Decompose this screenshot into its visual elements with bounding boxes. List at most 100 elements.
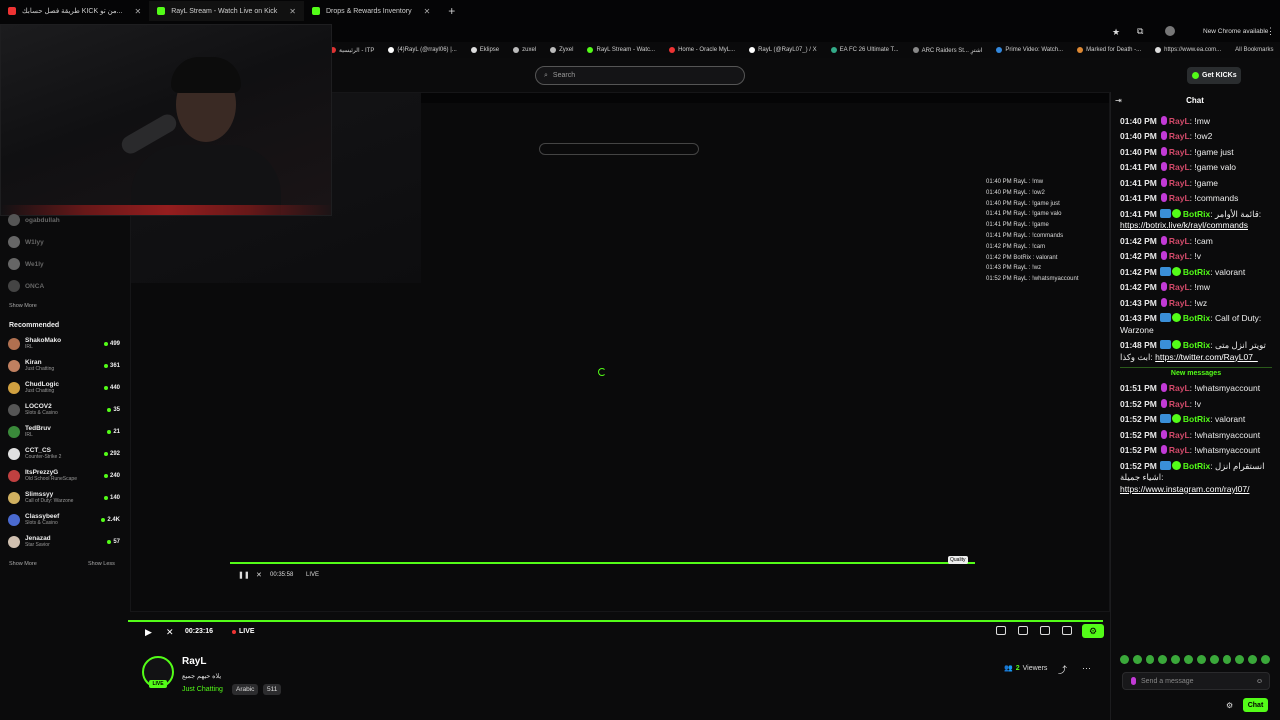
message-username[interactable]: RayL	[1169, 116, 1190, 126]
message-username[interactable]: RayL	[1169, 430, 1190, 440]
message-username[interactable]: RayL	[1169, 445, 1190, 455]
close-icon[interactable]: ✕	[424, 7, 431, 16]
fullscreen-icon[interactable]	[1062, 626, 1072, 635]
more-options-icon[interactable]: ⋯	[1082, 663, 1091, 674]
picture-in-picture-icon[interactable]	[996, 626, 1006, 635]
play-icon[interactable]: ▶	[145, 627, 152, 638]
chat-input[interactable]: Send a message ☺	[1122, 672, 1270, 690]
progress-bar[interactable]	[128, 620, 1103, 622]
sidebar-item-classybeef[interactable]: Classybeef Slots & Casino 2.4K	[8, 510, 120, 530]
sidebar-item-tedbruv[interactable]: TedBruv IRL 21	[8, 422, 120, 442]
sidebar-item-itsprezzyg[interactable]: ItsPrezzyG Old School RuneScape 240	[8, 466, 120, 486]
emoji-icon[interactable]: ☺	[1256, 678, 1263, 685]
bookmark-item[interactable]: Eklipse	[470, 47, 499, 53]
sidebar-item-chudlogic[interactable]: ChudLogic Just Chatting 440	[8, 378, 120, 398]
stream-category[interactable]: Just Chatting	[182, 686, 223, 693]
pause-icon[interactable]: ❚❚	[238, 571, 250, 579]
emote-icon[interactable]	[1248, 655, 1258, 664]
message-username[interactable]: RayL	[1169, 131, 1190, 141]
profile-avatar[interactable]	[1165, 26, 1175, 36]
emote-icon[interactable]	[1222, 655, 1232, 664]
message-username[interactable]: BotRix	[1183, 209, 1210, 219]
clip-icon[interactable]	[1018, 626, 1028, 635]
gear-icon[interactable]: ⚙	[1226, 701, 1233, 710]
bookmark-item[interactable]: Home - Oracle MyL...	[669, 47, 735, 53]
sidebar-item-cct-cs[interactable]: CCT_CS Counter-Strike 2 292	[8, 444, 120, 464]
channel-name[interactable]: RayL	[182, 656, 206, 667]
share-icon[interactable]: ⤴	[1058, 663, 1067, 676]
emote-icon[interactable]	[1196, 655, 1206, 664]
send-chat-button[interactable]: Chat	[1243, 698, 1268, 712]
emote-icon[interactable]	[1261, 655, 1270, 664]
emote-icon[interactable]	[1209, 655, 1219, 664]
message-username[interactable]: RayL	[1169, 193, 1190, 203]
new-tab-button[interactable]: +	[438, 4, 465, 18]
message-username[interactable]: RayL	[1169, 399, 1190, 409]
show-more-button[interactable]: Show More	[9, 303, 37, 309]
emote-icon[interactable]	[1171, 655, 1181, 664]
message-username[interactable]: RayL	[1169, 178, 1190, 188]
message-username[interactable]: BotRix	[1183, 313, 1210, 323]
emote-icon[interactable]	[1235, 655, 1245, 664]
all-bookmarks[interactable]: All Bookmarks	[1235, 47, 1280, 53]
sidebar-item-slimssyy[interactable]: Slimssyy Call of Duty: Warzone 140	[8, 488, 120, 508]
sidebar-item-shakomako[interactable]: ShakoMako IRL 499	[8, 334, 120, 354]
message-username[interactable]: RayL	[1169, 162, 1190, 172]
message-username[interactable]: RayL	[1169, 236, 1190, 246]
search-input[interactable]: ⌕ Search	[535, 66, 745, 85]
star-icon[interactable]: ★	[1112, 27, 1120, 38]
bookmark-item[interactable]: Prime Video: Watch...	[996, 47, 1063, 53]
message-username[interactable]: RayL	[1169, 147, 1190, 157]
sidebar-item-following[interactable]: We1ly	[8, 254, 120, 274]
message-username[interactable]: BotRix	[1183, 267, 1210, 277]
bookmark-item[interactable]: RayL (@RayL07_) / X	[749, 47, 817, 53]
tag-chip[interactable]: Arabic	[232, 684, 259, 695]
extensions-icon[interactable]: ⧉	[1137, 26, 1143, 37]
message-link[interactable]: https://twitter.com/RayL07_	[1155, 352, 1258, 362]
message-username[interactable]: RayL	[1169, 298, 1190, 308]
message-username[interactable]: RayL	[1169, 383, 1190, 393]
bookmark-item[interactable]: (4)RayL (@rrayl06) |...	[388, 47, 457, 53]
settings-button[interactable]: ⚙	[1082, 624, 1104, 638]
browser-tab-3[interactable]: Drops & Rewards Inventory ✕	[304, 1, 438, 21]
bookmark-item[interactable]: Zyxel	[550, 47, 573, 53]
message-username[interactable]: RayL	[1169, 282, 1190, 292]
message-username[interactable]: BotRix	[1183, 414, 1210, 424]
emote-icon[interactable]	[1120, 655, 1129, 664]
emote-icon[interactable]	[1158, 655, 1168, 664]
sidebar-item-locov2[interactable]: LOCOV2 Slots & Casino 35	[8, 400, 120, 420]
message-username[interactable]: BotRix	[1183, 461, 1210, 471]
get-kicks-button[interactable]: Get KICKs	[1187, 67, 1241, 84]
bookmark-item[interactable]: zuxel	[513, 47, 536, 53]
browser-tab-1[interactable]: طريقة فصل حسابك KICK من تو... ✕	[0, 1, 149, 21]
sidebar-item-jenazad[interactable]: Jenazad Star Savior 57	[8, 532, 120, 552]
sidebar-item-following[interactable]: ONCA	[8, 276, 120, 296]
menu-icon[interactable]: ⋮	[1266, 26, 1275, 37]
emote-icon[interactable]	[1145, 655, 1155, 664]
theater-mode-icon[interactable]	[1040, 626, 1050, 635]
browser-tab-2[interactable]: RayL Stream - Watch Live on Kick ✕	[149, 1, 304, 21]
message-link[interactable]: https://botrix.live/k/rayl/commands	[1120, 220, 1248, 230]
sidebar-item-kiran[interactable]: Kiran Just Chatting 361	[8, 356, 120, 376]
volume-muted-icon[interactable]: ✕	[166, 627, 174, 638]
bookmark-item[interactable]: RayL Stream - Watc...	[587, 47, 655, 53]
new-chrome-button[interactable]: New Chrome available	[1203, 28, 1268, 35]
message-username[interactable]: RayL	[1169, 251, 1190, 261]
show-more-button[interactable]: Show More	[9, 561, 37, 567]
emote-icon[interactable]	[1132, 655, 1142, 664]
emote-icon[interactable]	[1184, 655, 1193, 664]
bookmark-item[interactable]: EA FC 26 Ultimate T...	[830, 47, 899, 53]
close-icon[interactable]: ✕	[289, 7, 296, 16]
show-less-button[interactable]: Show Less	[88, 561, 115, 567]
bookmark-item[interactable]: الرئيسية - ITP	[330, 47, 374, 54]
message-link[interactable]: https://www.instagram.com/rayl07/	[1120, 484, 1249, 494]
bookmark-item[interactable]: ARC Raiders St... اشترِ	[912, 47, 982, 54]
sidebar-item-following[interactable]: ogabdullah	[8, 210, 120, 230]
tag-chip[interactable]: 511	[263, 684, 282, 695]
close-icon[interactable]: ✕	[135, 7, 142, 16]
mute-icon[interactable]: ✕	[256, 571, 262, 579]
sidebar-item-following[interactable]: W1lyy	[8, 232, 120, 252]
bookmark-item[interactable]: https://www.ea.com...	[1155, 47, 1221, 53]
message-username[interactable]: BotRix	[1183, 340, 1210, 350]
bookmark-item[interactable]: Marked for Death -...	[1077, 47, 1141, 53]
